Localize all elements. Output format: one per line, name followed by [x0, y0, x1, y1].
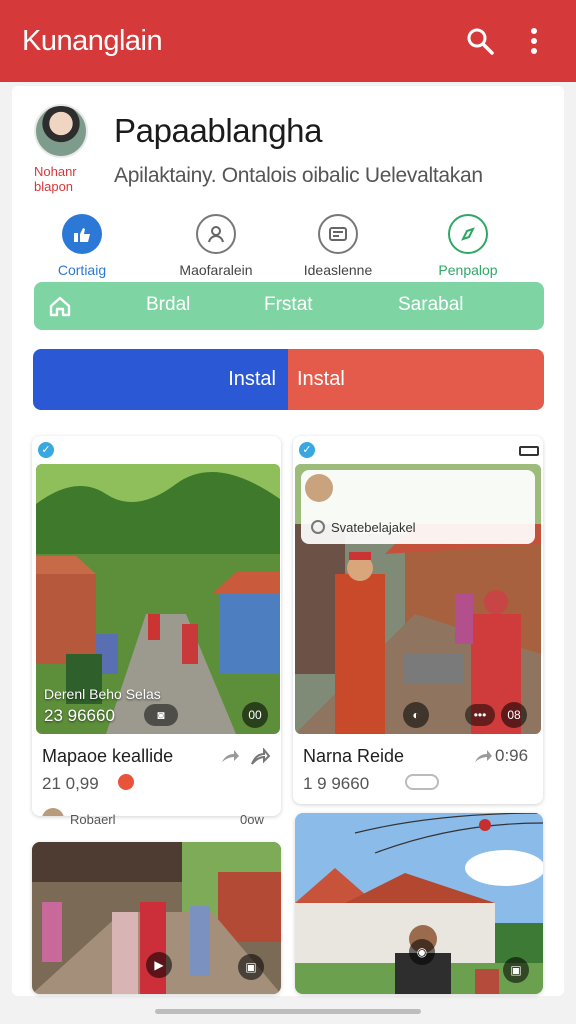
photo-badge-icon[interactable]: ▣ [503, 957, 529, 983]
more-vert-icon [531, 28, 537, 54]
listing-title: Narna Reide [303, 746, 405, 766]
search-icon [467, 28, 494, 55]
install-button-primary[interactable]: Instal [33, 349, 288, 410]
emoji-icon [118, 774, 134, 790]
category-label: Cortiaig [57, 262, 107, 278]
thumbs-up-icon [62, 214, 102, 254]
camera-icon[interactable]: ◙ [144, 704, 178, 726]
photo-overlay-title: Derenl Beho Selas [44, 686, 161, 702]
compass-icon [448, 214, 488, 254]
forward-icon[interactable] [250, 748, 270, 766]
profile-subtitle: Apilaktainy. Ontalois oibalic Uelevaltak… [114, 164, 483, 187]
photo-badge[interactable]: 08 [501, 702, 527, 728]
share-icon[interactable] [220, 748, 240, 766]
profile-name: Papaablangha [114, 112, 323, 149]
chip-brdal[interactable]: Brdal [146, 294, 190, 316]
radio-icon[interactable] [311, 520, 325, 534]
category-label: Maofaralein [179, 262, 253, 278]
popup-avatar [305, 474, 333, 502]
avatar-caption: Nohanr blapon [34, 164, 77, 194]
listing-card[interactable]: ✓ Derenl Beho Selas 23 96660 ◙ 00 Mapaoe [32, 436, 281, 816]
dots-icon[interactable]: ••• [465, 704, 495, 726]
listing-price: 1 9 9660 [303, 774, 370, 793]
home-indicator[interactable] [155, 1009, 421, 1014]
listing-card[interactable]: ✓ Svatebelajakel ◐ ••• 08 Narna Reide 0:… [293, 436, 543, 804]
battery-icon [519, 446, 539, 456]
home-icon[interactable] [48, 294, 72, 318]
listing-card[interactable]: ▶ ▣ [32, 842, 281, 994]
card-icon [318, 214, 358, 254]
popup-text: Svatebelajakel [331, 520, 416, 535]
category-ideaslenne[interactable]: Ideaslenne [276, 214, 400, 278]
preview-popup[interactable]: Svatebelajakel [301, 470, 535, 544]
play-icon[interactable]: ◐ [403, 702, 429, 728]
filter-chip-bar: Brdal Frstat Sarabal [34, 282, 544, 330]
listing-title: Mapaoe keallide [42, 746, 174, 766]
listing-card[interactable]: ◉ ▣ [295, 813, 543, 994]
listing-photo[interactable]: Derenl Beho Selas 23 96660 ◙ 00 [36, 464, 280, 734]
install-button-secondary[interactable]: Instal [288, 349, 544, 410]
chip-sarabal[interactable]: Sarabal [398, 294, 464, 316]
category-label: Penpalop [438, 262, 498, 278]
app-title: Kunanglain [22, 24, 163, 57]
post-time: 0ow [240, 812, 264, 827]
content-sheet: Nohanr blapon Papaablangha Apilaktainy. … [12, 86, 564, 996]
category-label: Ideaslenne [303, 262, 373, 278]
category-maofaralein[interactable]: Maofaralein [154, 214, 278, 278]
verified-icon: ✓ [38, 442, 54, 458]
search-button[interactable] [460, 21, 500, 61]
photo-overlay-number: 23 96660 [44, 706, 115, 725]
listing-photo[interactable]: Svatebelajakel ◐ ••• 08 [295, 464, 541, 734]
photo-badge[interactable]: 00 [242, 702, 268, 728]
tag-pill[interactable] [405, 774, 439, 790]
share-icon[interactable] [473, 748, 493, 766]
photo-badge-icon[interactable]: ▣ [238, 954, 264, 980]
verified-icon: ✓ [299, 442, 315, 458]
avatar[interactable] [34, 104, 88, 158]
person-circle-icon [196, 214, 236, 254]
category-row: Cortiaig Maofaralein Ideaslenne Penpalop [20, 214, 556, 280]
profile-header: Nohanr blapon Papaablangha Apilaktainy. … [34, 100, 554, 210]
author-name[interactable]: Robaerl [70, 812, 116, 827]
category-cortiaig[interactable]: Cortiaig [20, 214, 144, 278]
app-bar: Kunanglain [0, 0, 576, 82]
listing-count: 0:96 [495, 746, 529, 765]
author-avatar[interactable] [42, 808, 64, 816]
category-penpalop[interactable]: Penpalop [406, 214, 530, 278]
play-icon[interactable]: ▶ [146, 952, 172, 978]
install-split-button: Instal Instal [33, 349, 544, 410]
listing-price: 21 0,99 [42, 774, 99, 793]
more-button[interactable] [514, 21, 554, 61]
chip-frstat[interactable]: Frstat [264, 294, 313, 316]
play-icon[interactable]: ◉ [409, 939, 435, 965]
